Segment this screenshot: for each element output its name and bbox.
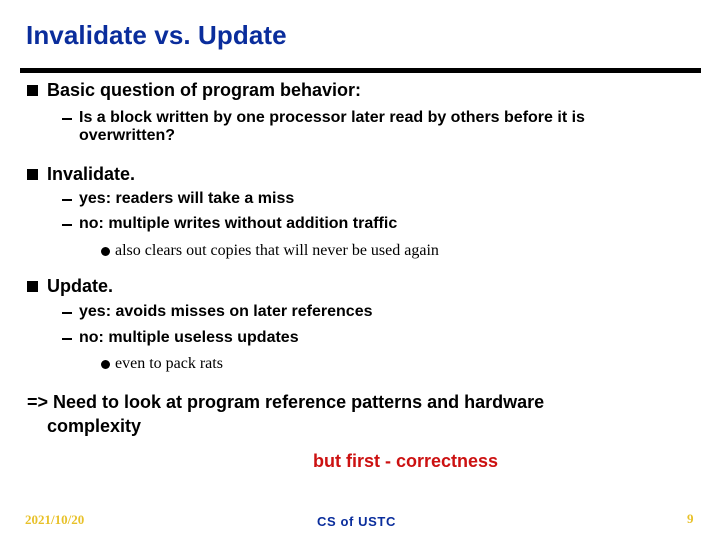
sub-bullet-question-continued: overwritten?: [79, 127, 175, 145]
dash-bullet-icon: [62, 224, 72, 226]
slide-title: Invalidate vs. Update: [26, 20, 287, 50]
sub-bullet-text: no: multiple writes without addition tra…: [79, 215, 398, 232]
dash-bullet-icon: [62, 312, 72, 314]
round-bullet-icon: [101, 247, 110, 256]
square-bullet-icon: [27, 281, 38, 292]
dash-bullet-icon: [62, 118, 72, 120]
sub-sub-bullet-text: also clears out copies that will never b…: [115, 242, 439, 259]
sub-bullet-update-yes: yes: avoids misses on later references: [62, 303, 373, 321]
dash-bullet-icon: [62, 338, 72, 340]
sub-sub-bullet-pack-rats: even to pack rats: [101, 355, 223, 373]
square-bullet-icon: [27, 169, 38, 180]
footer-organization: CS of USTC: [317, 514, 396, 529]
correctness-note: but first - correctness: [313, 451, 499, 471]
sub-bullet-text: yes: avoids misses on later references: [79, 303, 373, 320]
sub-bullet-text: no: multiple useless updates: [79, 329, 299, 346]
sub-bullet-text: Is a block written by one processor late…: [79, 109, 585, 126]
dash-bullet-icon: [62, 199, 72, 201]
bullet-text: Invalidate.: [47, 164, 136, 184]
conclusion: => Need to look at program reference pat…: [27, 390, 667, 438]
sub-bullet-invalidate-no: no: multiple writes without addition tra…: [62, 215, 398, 233]
sub-sub-bullet-clears-copies: also clears out copies that will never b…: [101, 242, 439, 260]
square-bullet-icon: [27, 85, 38, 96]
title-divider: [20, 68, 701, 73]
sub-bullet-invalidate-yes: yes: readers will take a miss: [62, 190, 295, 208]
bullet-text: Update.: [47, 276, 114, 296]
bullet-text: Basic question of program behavior:: [47, 80, 362, 100]
footer-date: 2021/10/20: [25, 512, 85, 527]
sub-bullet-text: overwritten?: [79, 127, 176, 144]
sub-sub-bullet-text: even to pack rats: [115, 355, 223, 372]
conclusion-line-1: => Need to look at program reference pat…: [27, 392, 545, 412]
bullet-invalidate: Invalidate.: [27, 164, 136, 185]
round-bullet-icon: [101, 360, 110, 369]
sub-bullet-question: Is a block written by one processor late…: [62, 109, 585, 127]
bullet-basic-question: Basic question of program behavior:: [27, 80, 362, 101]
sub-bullet-text: yes: readers will take a miss: [79, 190, 295, 207]
page-number: 9: [687, 511, 694, 526]
bullet-update: Update.: [27, 276, 114, 297]
conclusion-line-2: complexity: [47, 416, 142, 436]
sub-bullet-update-no: no: multiple useless updates: [62, 329, 299, 347]
